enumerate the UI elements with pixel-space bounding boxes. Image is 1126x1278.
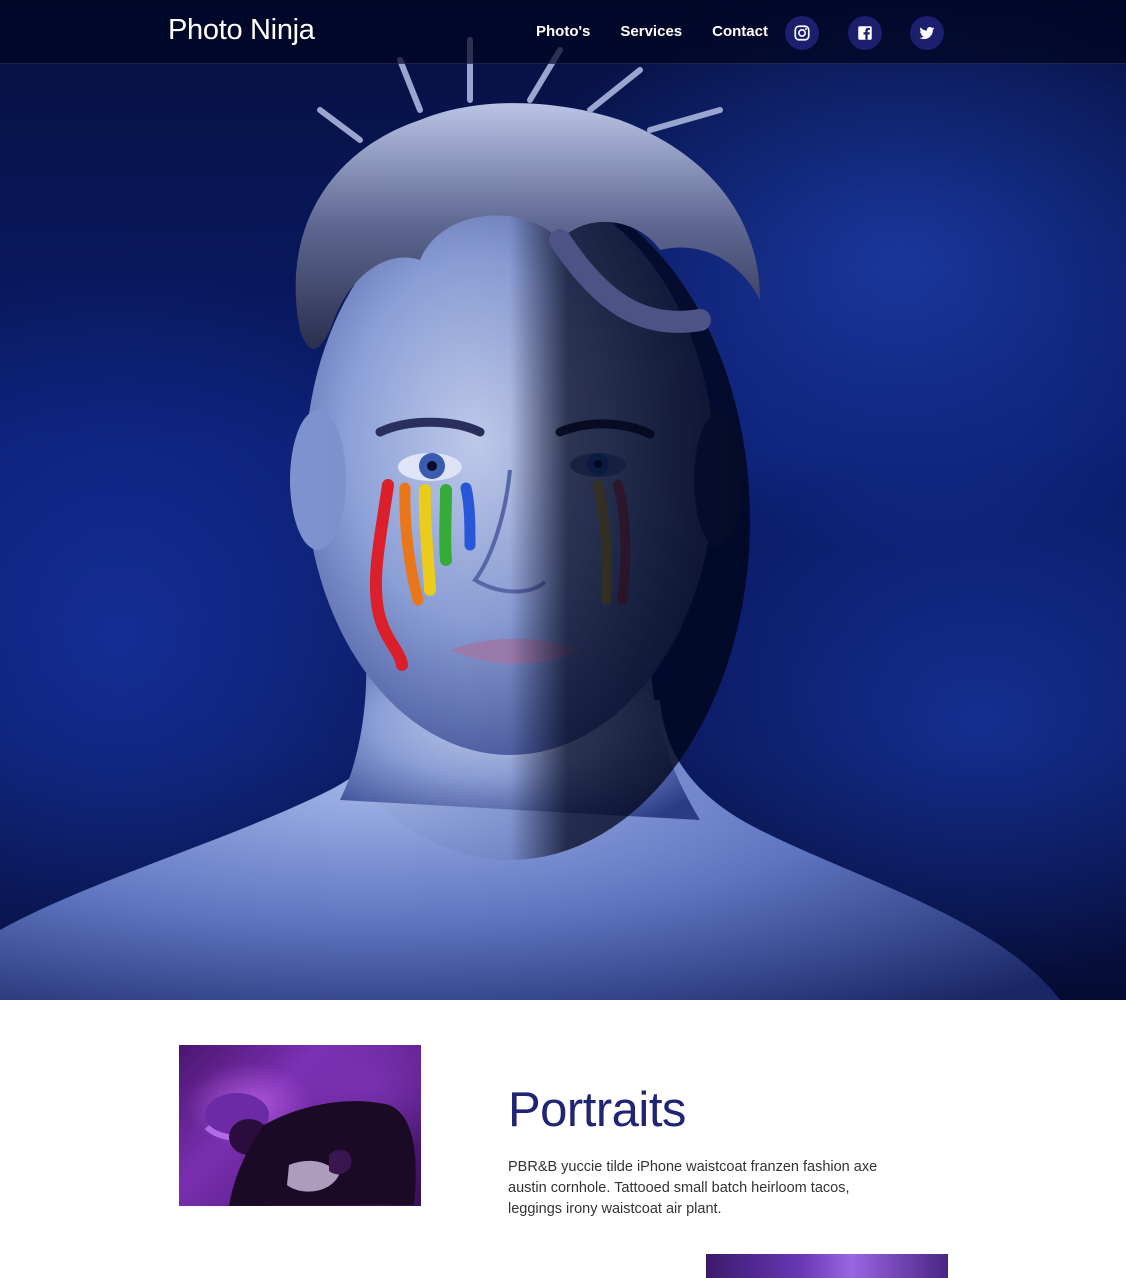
instagram-icon [794, 25, 810, 41]
instagram-button[interactable] [785, 16, 819, 50]
twitter-button[interactable] [910, 16, 944, 50]
portrait-thumbnail[interactable] [179, 1045, 421, 1206]
nav-link-services[interactable]: Services [620, 22, 682, 42]
facebook-button[interactable] [848, 16, 882, 50]
section-description-portraits: PBR&B yuccie tilde iPhone waistcoat fran… [508, 1159, 878, 1217]
purple-lit-man-image [204, 1093, 416, 1206]
hero-image [0, 0, 1126, 1000]
navbar: Photo Ninja Photo's Services Contact [0, 0, 1126, 64]
next-section-thumbnail[interactable] [706, 1254, 948, 1278]
brand-logo[interactable]: Photo Ninja [168, 14, 315, 47]
nav-links: Photo's Services Contact [536, 22, 798, 42]
page: Photo Ninja Photo's Services Contact Por… [0, 0, 1126, 1278]
nav-link-photos[interactable]: Photo's [536, 22, 590, 42]
section-title-portraits: Portraits [508, 1083, 686, 1137]
facebook-icon [858, 26, 872, 40]
twitter-icon [919, 27, 935, 40]
portrait-illustration [0, 37, 1060, 1000]
nav-link-contact[interactable]: Contact [712, 22, 768, 42]
